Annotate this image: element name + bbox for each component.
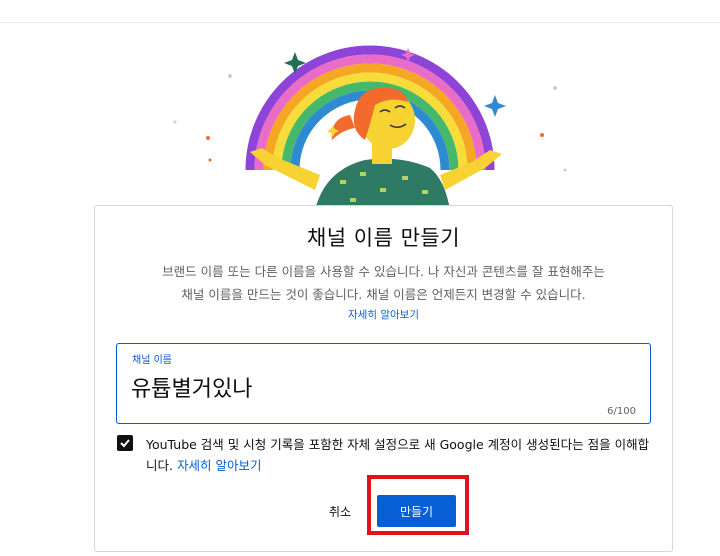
consent-text: YouTube 검색 및 시청 기록을 포함한 자체 설정으로 새 Google… xyxy=(146,434,651,476)
top-bar xyxy=(0,0,720,23)
create-button[interactable]: 만들기 xyxy=(377,495,456,527)
channel-name-field[interactable]: 채널 이름 6/100 xyxy=(116,343,651,424)
description-line-1: 브랜드 이름 또는 다른 이름을 사용할 수 있습니다. 나 자신과 콘텐츠를 … xyxy=(162,264,605,279)
character-counter: 6/100 xyxy=(607,406,636,417)
dialog-description: 브랜드 이름 또는 다른 이름을 사용할 수 있습니다. 나 자신과 콘텐츠를 … xyxy=(115,260,652,306)
cancel-button[interactable]: 취소 xyxy=(317,499,363,523)
consent-checkbox[interactable] xyxy=(117,435,133,451)
learn-more-link[interactable]: 자세히 알아보기 xyxy=(95,307,672,322)
channel-illustration xyxy=(173,45,567,210)
checkmark-icon xyxy=(120,439,130,448)
consent-learn-more-link[interactable]: 자세히 알아보기 xyxy=(177,458,261,473)
description-line-2: 채널 이름을 만드는 것이 좋습니다. 채널 이름은 언제든지 변경할 수 있습… xyxy=(181,287,586,302)
channel-name-label: 채널 이름 xyxy=(132,355,172,366)
dialog-title: 채널 이름 만들기 xyxy=(306,226,461,250)
channel-name-input[interactable] xyxy=(131,370,551,404)
create-channel-dialog: 채널 이름 만들기 브랜드 이름 또는 다른 이름을 사용할 수 있습니다. 나… xyxy=(94,205,673,552)
